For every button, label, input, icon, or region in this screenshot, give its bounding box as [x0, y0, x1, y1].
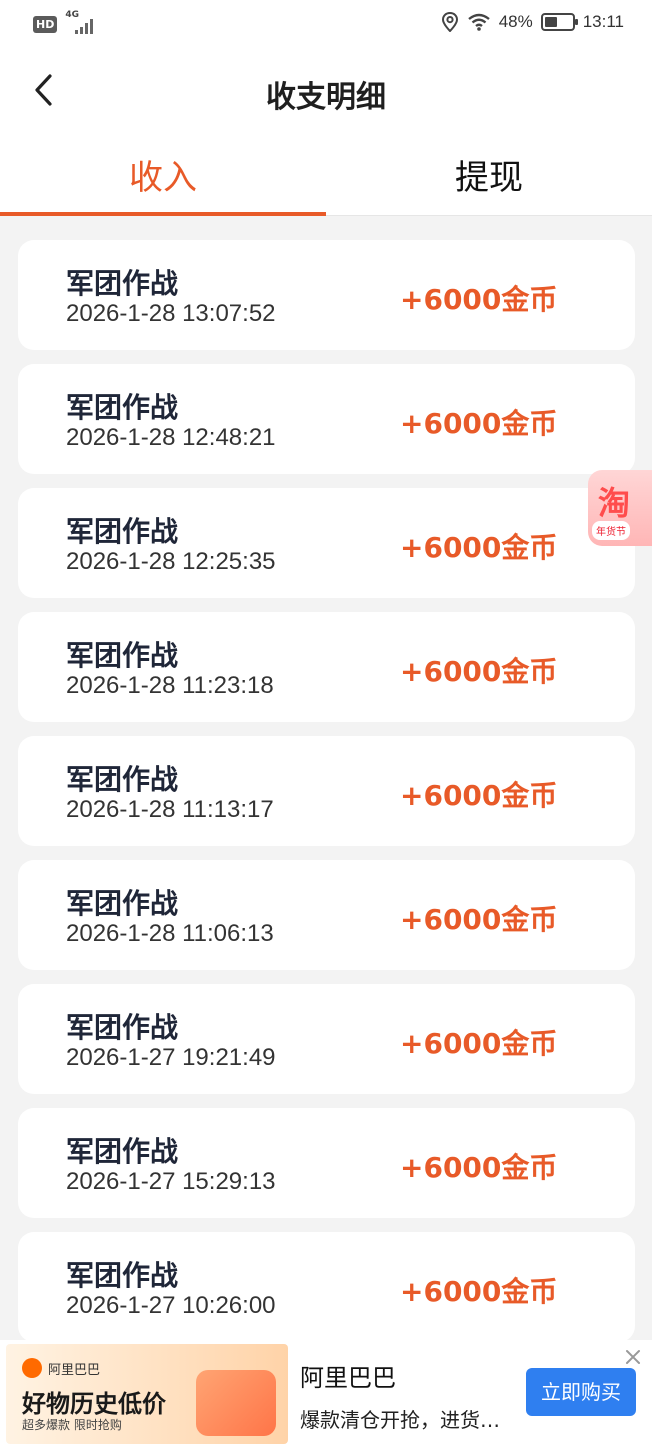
ad-headline: 好物历史低价 — [22, 1390, 166, 1418]
record-time: 2026-1-28 11:13:17 — [66, 796, 274, 823]
list-item: 军团作战 2026-1-27 10:26:00 +6000金币 — [18, 1232, 635, 1342]
list-item: 军团作战 2026-1-27 15:29:13 +6000金币 — [18, 1108, 635, 1218]
ad-subline: 超多爆款 限时抢购 — [22, 1418, 122, 1432]
record-list: 军团作战 2026-1-28 13:07:52 +6000金币 军团作战 202… — [18, 240, 635, 1356]
record-time: 2026-1-28 13:07:52 — [66, 300, 276, 327]
taobao-icon: 淘 — [598, 484, 631, 522]
battery-percent: 48% — [498, 12, 533, 31]
buy-now-button[interactable]: 立即购买 — [526, 1368, 636, 1416]
status-left: HD 4G — [33, 10, 99, 36]
list-item: 军团作战 2026-1-27 19:21:49 +6000金币 — [18, 984, 635, 1094]
location-icon — [441, 12, 458, 32]
record-amount: +6000金币 — [400, 1275, 558, 1308]
clock: 13:11 — [582, 12, 624, 31]
record-name: 军团作战 — [66, 391, 179, 424]
ad-logo-row: 阿里巴巴 — [22, 1358, 100, 1378]
battery-icon — [540, 13, 578, 31]
record-name: 军团作战 — [66, 1011, 179, 1044]
tab-withdraw[interactable]: 提现 — [326, 138, 652, 215]
record-name: 军团作战 — [66, 1135, 179, 1168]
list-item: 军团作战 2026-1-28 13:07:52 +6000金币 — [18, 240, 635, 350]
record-name: 军团作战 — [66, 763, 179, 796]
record-time: 2026-1-28 12:48:21 — [66, 424, 276, 451]
hd-badge: HD — [33, 15, 58, 33]
ad-brand: 阿里巴巴 — [300, 1364, 396, 1392]
status-right: 48% 13:11 — [441, 12, 624, 32]
list-item: 军团作战 2026-1-28 12:25:35 +6000金币 — [18, 488, 635, 598]
record-amount: +6000金币 — [400, 779, 558, 812]
record-name: 军团作战 — [66, 1259, 179, 1292]
list-item: 军团作战 2026-1-28 11:23:18 +6000金币 — [18, 612, 635, 722]
list-item: 军团作战 2026-1-28 11:06:13 +6000金币 — [18, 860, 635, 970]
promo-tag: 年货节 — [592, 521, 630, 540]
record-name: 军团作战 — [66, 515, 179, 548]
record-time: 2026-1-28 11:23:18 — [66, 672, 274, 699]
close-icon[interactable] — [622, 1346, 644, 1368]
shopping-cart-icon — [196, 1370, 276, 1436]
tab-income[interactable]: 收入 — [0, 138, 326, 216]
record-amount: +6000金币 — [400, 283, 558, 316]
record-name: 军团作战 — [66, 639, 179, 672]
record-amount: +6000金币 — [400, 531, 558, 564]
record-time: 2026-1-28 11:06:13 — [66, 920, 274, 947]
page-title: 收支明细 — [266, 80, 386, 115]
ad-description: 爆款清仓开抢，进货… — [300, 1408, 500, 1432]
record-amount: +6000金币 — [400, 655, 558, 688]
alibaba-logo-icon — [22, 1358, 42, 1378]
status-bar: HD 4G 48% 13:11 — [0, 0, 652, 48]
record-time: 2026-1-27 10:26:00 — [66, 1292, 276, 1319]
record-name: 军团作战 — [66, 267, 179, 300]
list-item: 军团作战 2026-1-28 11:13:17 +6000金币 — [18, 736, 635, 846]
tab-bar: 收入 提现 — [0, 138, 652, 216]
signal-icon: 4G — [65, 10, 99, 36]
list-item: 军团作战 2026-1-28 12:48:21 +6000金币 — [18, 364, 635, 474]
wifi-icon — [467, 13, 490, 31]
ad-image[interactable]: 阿里巴巴 好物历史低价 超多爆款 限时抢购 — [6, 1344, 288, 1444]
record-amount: +6000金币 — [400, 1151, 558, 1184]
ad-logo-text: 阿里巴巴 — [48, 1362, 101, 1378]
floating-taobao-ad[interactable]: 淘 年货节 — [588, 470, 652, 546]
record-amount: +6000金币 — [400, 903, 558, 936]
record-time: 2026-1-27 19:21:49 — [66, 1044, 276, 1071]
bottom-ad-banner[interactable]: 阿里巴巴 好物历史低价 超多爆款 限时抢购 阿里巴巴 爆款清仓开抢，进货… 立即… — [0, 1340, 652, 1452]
app-header: 收支明细 — [0, 48, 652, 138]
record-amount: +6000金币 — [400, 407, 558, 440]
record-name: 军团作战 — [66, 887, 179, 920]
record-time: 2026-1-28 12:25:35 — [66, 548, 276, 575]
record-amount: +6000金币 — [400, 1027, 558, 1060]
record-time: 2026-1-27 15:29:13 — [66, 1168, 276, 1195]
